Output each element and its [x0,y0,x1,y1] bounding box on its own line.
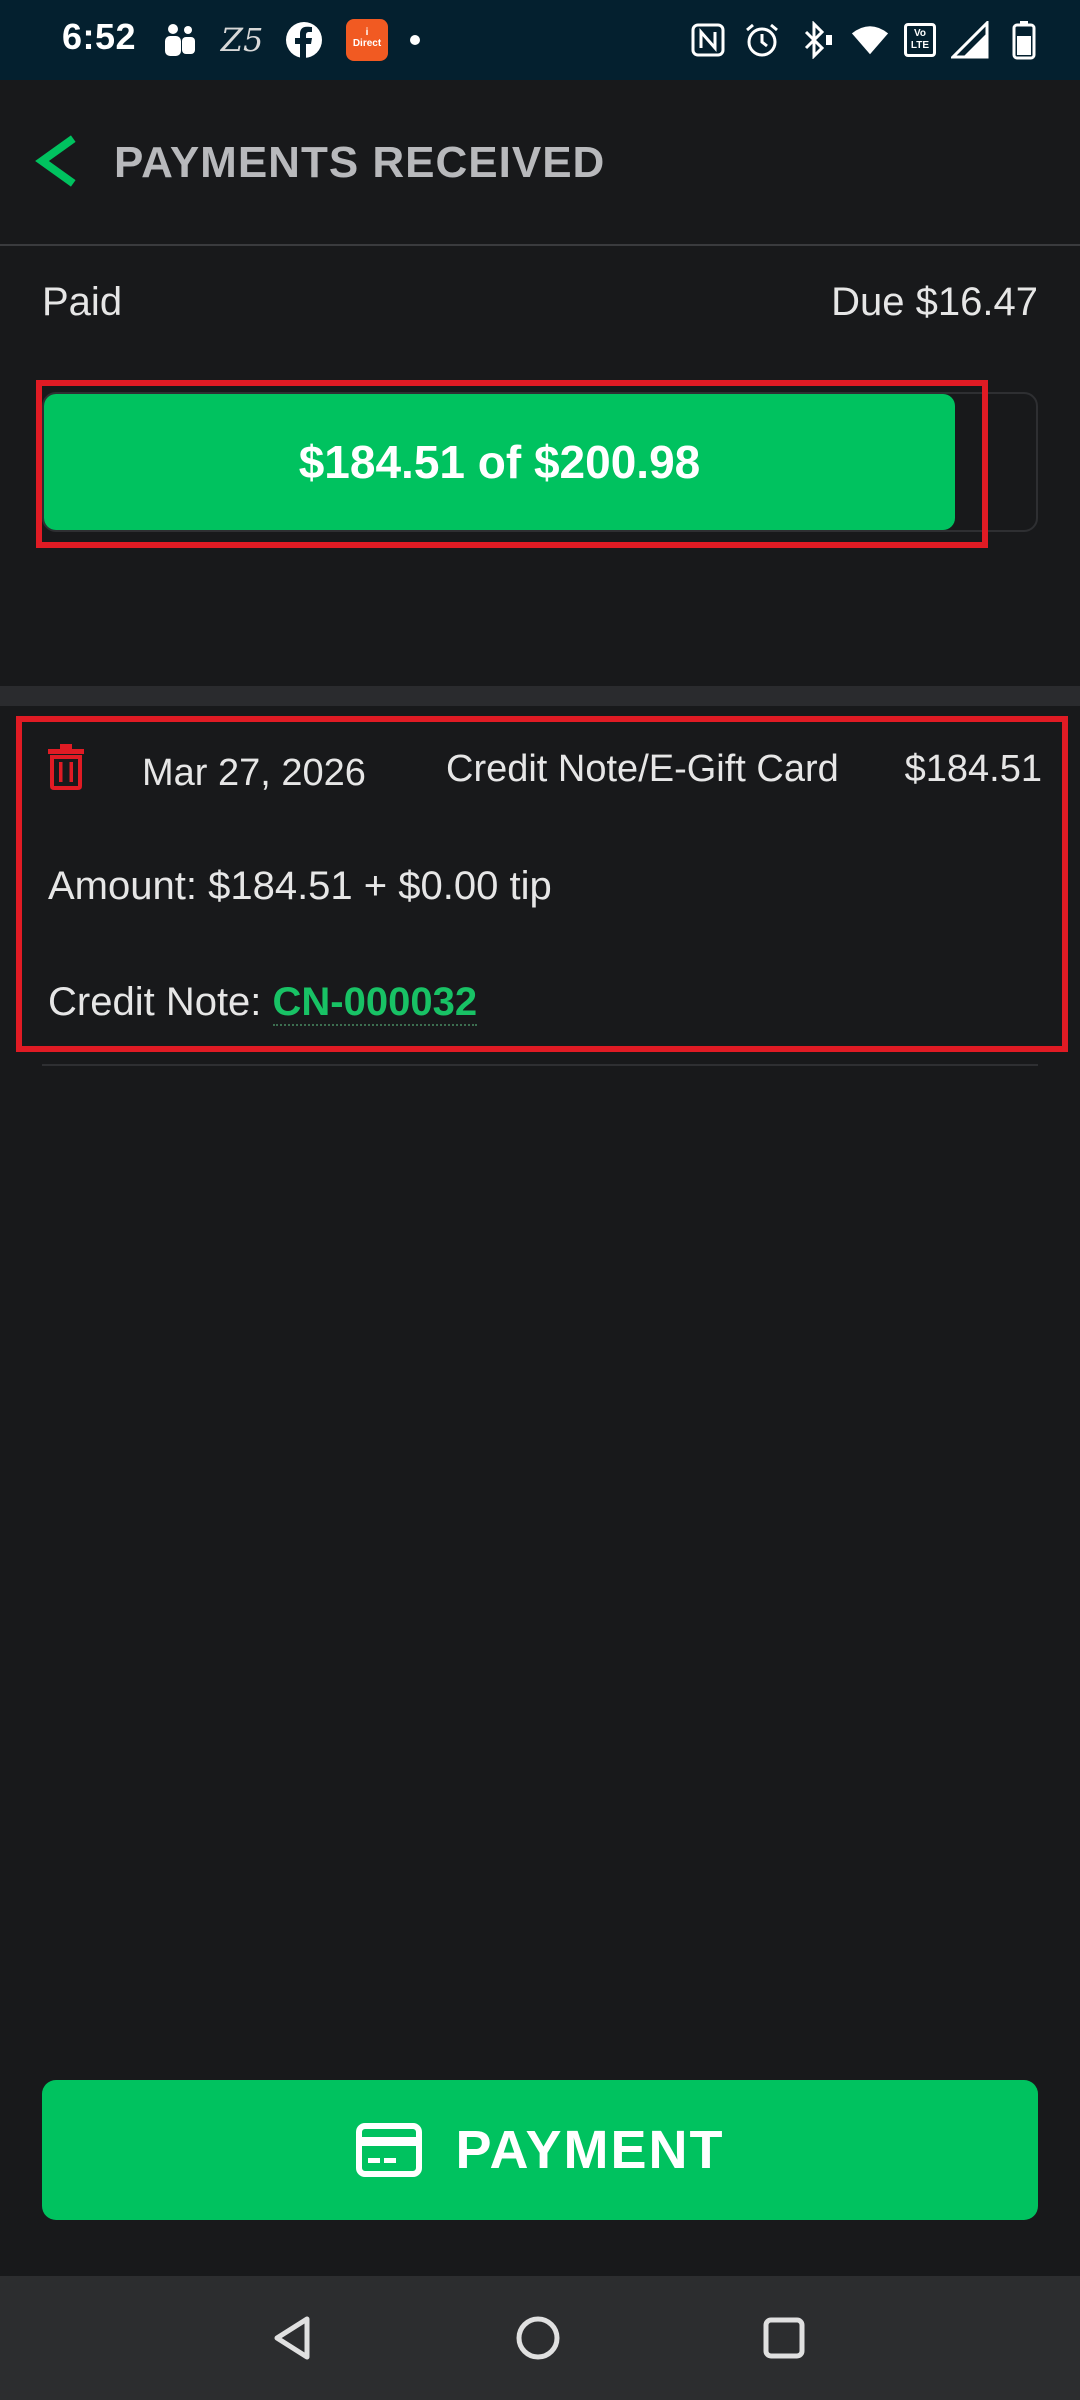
payment-progress-bar: $184.51 of $200.98 [42,392,1038,532]
paid-label: Paid [42,280,123,324]
payment-amount: $184.51 [904,748,1042,790]
volte-icon: Vo LTE [904,23,936,57]
nav-recents-button[interactable] [752,2306,816,2370]
screen: 6:52 Z5 i Direct Vo LTE PAYMENTS RECEIVE… [0,0,1080,2400]
zee5-icon: Z5 [220,21,264,59]
teams-icon [160,20,200,60]
status-left-icons: Z5 i Direct [160,18,420,62]
credit-card-icon [356,2123,423,2177]
credit-note-link[interactable]: CN-000032 [272,980,478,1026]
status-time: 6:52 [62,16,137,57]
credit-note-line: Credit Note: CN-000032 [48,980,478,1026]
wifi-icon [850,20,890,60]
payment-date: Mar 27, 2026 [142,752,366,794]
due-label: Due $16.47 [831,280,1038,324]
nfc-icon [688,20,728,60]
progress-text: $184.51 of $200.98 [298,436,701,488]
notification-dot-icon [410,35,420,45]
nav-home-button[interactable] [506,2306,570,2370]
payment-list-item[interactable]: Mar 27, 2026 Credit Note/E-Gift Card $18… [16,716,1068,1052]
nav-recents-icon [763,2317,805,2359]
nav-home-icon [516,2316,560,2360]
credit-note-label: Credit Note: [48,980,273,1024]
page-title: PAYMENTS RECEIVED [114,138,606,187]
amount-tip-line: Amount: $184.51 + $0.00 tip [48,864,552,908]
payment-button[interactable]: PAYMENT [42,2080,1038,2220]
item-divider [42,1064,1038,1066]
nav-back-icon [274,2316,310,2360]
payment-method: Credit Note/E-Gift Card [446,748,839,790]
nav-back-button[interactable] [260,2306,324,2370]
section-divider [0,686,1080,706]
trash-icon [48,744,84,790]
facebook-icon [284,20,324,60]
back-button[interactable] [24,126,84,196]
battery-icon [1004,20,1044,60]
alarm-icon [742,20,782,60]
delete-payment-button[interactable] [46,742,86,792]
bluetooth-icon [796,20,836,60]
payment-button-label: PAYMENT [455,2120,725,2180]
system-nav-bar [0,2276,1080,2400]
header: PAYMENTS RECEIVED [0,80,1080,246]
status-right-icons: Vo LTE [688,18,1044,62]
icici-direct-icon: i Direct [346,19,388,61]
chevron-left-icon [35,135,76,187]
status-bar: 6:52 Z5 i Direct Vo LTE [0,0,1080,80]
signal-icon [950,20,990,60]
